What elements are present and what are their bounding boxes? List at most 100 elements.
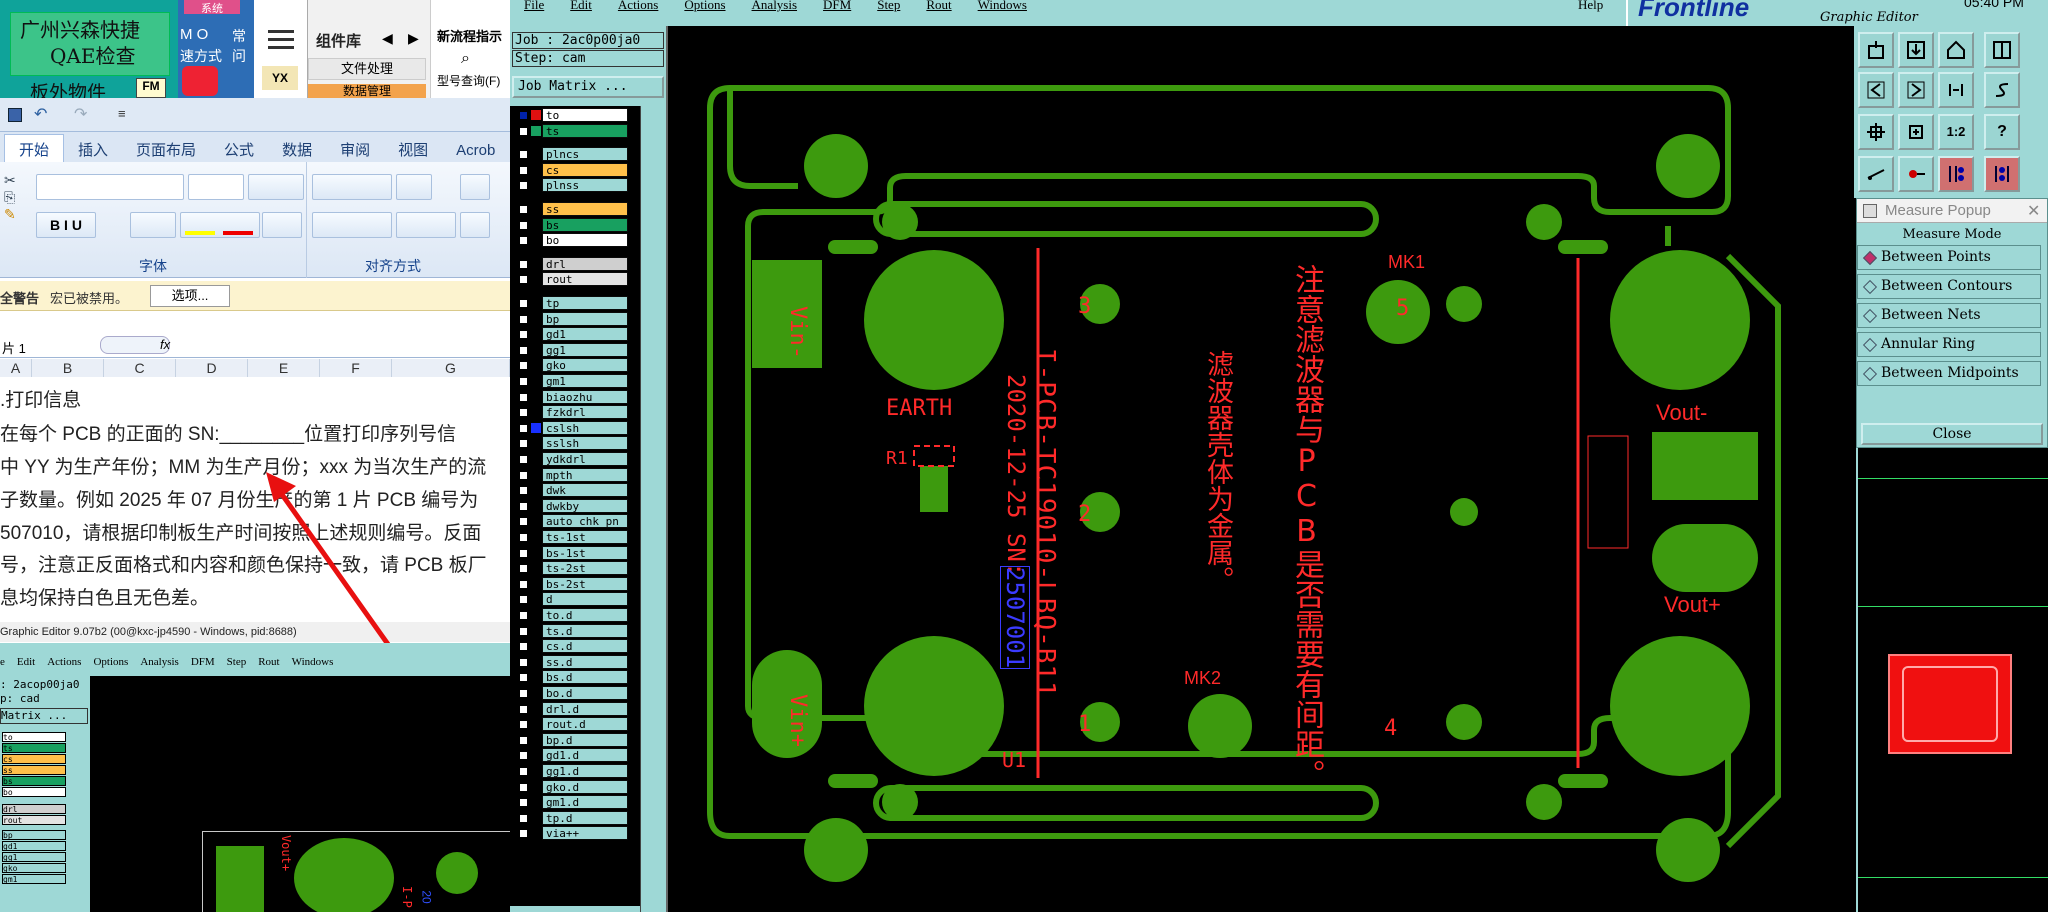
layer-row[interactable]: ydkdrl (514, 452, 634, 467)
layer-name[interactable]: auto_chk_pn (542, 514, 628, 529)
layer-checkbox[interactable] (519, 767, 528, 776)
back-menu-actions[interactable]: Actions (47, 656, 81, 668)
layer-ruler-icon[interactable] (1938, 156, 1974, 192)
back-layer-name[interactable]: rout (2, 815, 66, 825)
layer-checkbox[interactable] (519, 751, 528, 761)
layer-name[interactable]: drl (542, 256, 628, 271)
layer-name[interactable]: ts.d (542, 623, 628, 638)
layer-checkbox[interactable] (519, 299, 528, 308)
layer-row[interactable]: biaozhu (514, 389, 634, 405)
layer-checkbox[interactable] (519, 626, 528, 636)
layer-name[interactable]: gm1 (542, 374, 628, 388)
search-icon[interactable]: ⌕ (461, 50, 470, 68)
layer-checkbox[interactable] (519, 150, 528, 160)
layer-row[interactable]: gd1.d (514, 748, 634, 763)
help-icon[interactable]: ? (1984, 114, 2020, 150)
align-top-buttons[interactable] (312, 174, 392, 200)
font-name-select[interactable] (36, 174, 184, 200)
layer-row[interactable]: ts-1st (514, 530, 634, 545)
tab-formulas[interactable]: 公式 (210, 135, 268, 164)
layer-row[interactable]: ts (514, 123, 634, 139)
layer-checkbox[interactable] (519, 361, 528, 371)
back-layer-name[interactable]: drl (2, 804, 66, 814)
layer-row[interactable]: fzkdrl (514, 405, 634, 420)
layer-row[interactable]: bp (514, 311, 634, 327)
tab-acrobat[interactable]: Acrob (442, 138, 509, 163)
back-layer-name[interactable]: ss (2, 765, 66, 775)
back-layer-name[interactable]: gd1 (2, 841, 66, 851)
wrap-text-button[interactable] (460, 174, 490, 200)
snap-point-icon[interactable] (1898, 156, 1934, 192)
back-layer-name[interactable]: gm1 (2, 874, 66, 884)
layer-name[interactable]: ts-2st (542, 561, 628, 576)
layer-row[interactable]: to (514, 108, 634, 123)
layer-name[interactable]: bo (542, 233, 628, 248)
back-layer-name[interactable]: to (2, 732, 66, 742)
back-menu-rout[interactable]: Rout (258, 656, 279, 668)
back-layer-name[interactable]: cs (2, 754, 66, 764)
layer-name[interactable]: biaozhu (542, 389, 628, 404)
layer-checkbox[interactable] (519, 829, 528, 839)
column-header-a[interactable]: A (0, 359, 32, 377)
layer-name[interactable]: d (542, 592, 628, 607)
back-layer-name[interactable]: bo (2, 787, 66, 797)
layer-row[interactable]: plnss (514, 178, 634, 193)
merge-button[interactable] (460, 212, 490, 238)
layer-name[interactable]: gd1.d (542, 748, 628, 763)
layer-name[interactable]: mpth (542, 467, 628, 482)
menu-rout[interactable]: Rout (926, 0, 951, 12)
measure-popup-titlebar[interactable]: Measure Popup ✕ (1857, 199, 2047, 223)
column-header-b[interactable]: B (32, 359, 104, 377)
qae-app-icon[interactable]: 广州兴森快捷 QAE检查 板外物件 FM (0, 0, 178, 104)
layer-checkbox[interactable] (519, 564, 528, 574)
layer-name[interactable]: to.d (542, 608, 628, 622)
back-layer-name[interactable]: gg1 (2, 852, 66, 862)
align-left-center-right[interactable] (312, 212, 392, 238)
save-icon[interactable] (8, 108, 22, 122)
layer-row[interactable]: bs.d (514, 670, 634, 685)
layer-row[interactable]: cs (514, 162, 634, 178)
phonetic-button[interactable] (262, 212, 302, 238)
layer-name[interactable]: ts (542, 123, 628, 138)
layer-checkbox[interactable] (519, 259, 528, 269)
back-layer-name[interactable]: ts (2, 743, 66, 753)
layer-scrollbar[interactable] (640, 106, 666, 912)
column-header-c[interactable]: C (104, 359, 176, 377)
back-menu-file[interactable]: e (0, 656, 5, 668)
menu-options[interactable]: Options (684, 0, 725, 12)
layer-name[interactable]: ts-1st (542, 530, 628, 544)
layer-name[interactable]: tp.d (542, 810, 628, 825)
tab-page-layout[interactable]: 页面布局 (122, 135, 210, 164)
window-grid-icon[interactable] (1984, 32, 2020, 68)
font-size-select[interactable] (188, 174, 244, 200)
layer-name[interactable]: via++ (542, 826, 628, 841)
layer-name[interactable]: bs-1st (542, 545, 628, 560)
column-header-g[interactable]: G (392, 359, 510, 377)
layer-row[interactable]: via++ (514, 826, 634, 841)
layer-checkbox[interactable] (519, 486, 528, 496)
mode-between-points[interactable]: Between Points (1857, 245, 2041, 270)
layer-row[interactable]: gko.d (514, 779, 634, 795)
menu-windows[interactable]: Windows (978, 0, 1027, 12)
options-button[interactable]: 选项... (150, 285, 230, 307)
back-layer-name[interactable]: bp (2, 830, 66, 840)
layer-row[interactable]: gko (514, 358, 634, 373)
layer-row[interactable]: bo.d (514, 686, 634, 701)
menu-edit[interactable]: Edit (570, 0, 592, 12)
layer-name[interactable]: ss (542, 202, 628, 216)
menu-step[interactable]: Step (877, 0, 900, 12)
layer-checkbox[interactable] (519, 275, 528, 285)
tab-review[interactable]: 审阅 (326, 135, 384, 164)
layer-checkbox[interactable] (519, 181, 528, 191)
layer-name[interactable]: plnss (542, 178, 628, 193)
layer-name[interactable]: rout.d (542, 717, 628, 732)
back-menu-options[interactable]: Options (93, 656, 128, 668)
shortcut-panel[interactable]: 系统 M O 速方式 常 问 (178, 0, 254, 98)
layer-checkbox[interactable] (519, 548, 528, 558)
tab-home[interactable]: 开始 (4, 134, 65, 164)
layer-row[interactable]: gg1.d (514, 764, 634, 779)
layer-checkbox[interactable] (519, 642, 528, 652)
layer-checkbox[interactable] (519, 236, 528, 246)
back-matrix-button[interactable]: Matrix ... (0, 708, 88, 724)
model-query-button[interactable]: 型号查询(F) (437, 72, 500, 89)
